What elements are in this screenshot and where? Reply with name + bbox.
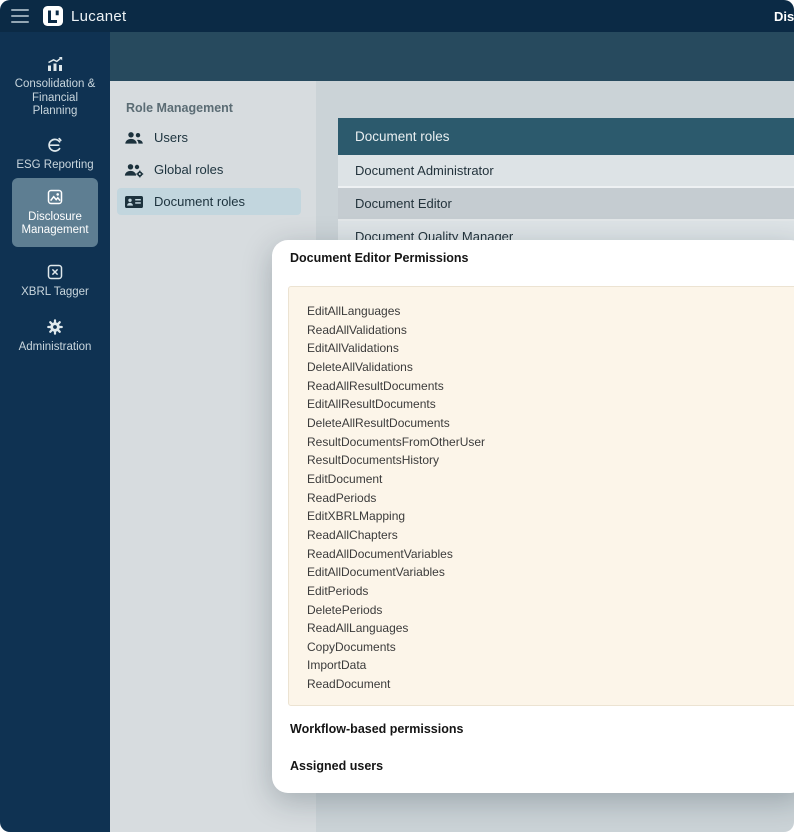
page-title-truncated: Dis — [774, 8, 794, 24]
role-panel-item-label: Document roles — [154, 194, 246, 209]
permission-item: CopyDocuments — [307, 639, 396, 654]
sidebar-item-disclosure-management[interactable]: Disclosure Management — [12, 178, 98, 247]
role-panel-item-users[interactable]: Users — [117, 124, 301, 151]
role-panel-item-document-roles[interactable]: Document roles — [117, 188, 301, 215]
permission-item: ReadPeriods — [307, 490, 377, 505]
tag-x-icon — [47, 264, 63, 280]
permission-item: DeleteAllResultDocuments — [307, 415, 450, 430]
esg-leaf-icon — [48, 137, 62, 152]
sidebar-item-label: ESG Reporting — [16, 159, 94, 171]
table-row-document-editor[interactable]: Document Editor — [338, 188, 794, 221]
permission-item: ReadAllChapters — [307, 527, 398, 542]
sidebar-item-label: Consolidation & Financial Planning — [14, 78, 96, 117]
permission-item: ReadDocument — [307, 677, 391, 692]
permission-item: EditXBRLMapping — [307, 509, 406, 524]
top-app-bar: Lucanet Dis — [0, 0, 794, 32]
sidebar-item-esg-reporting[interactable]: ESG Reporting — [12, 128, 98, 181]
dialog-title: Document Editor Permissions — [290, 251, 469, 265]
sidebar-item-label: Disclosure Management — [21, 210, 89, 237]
role-panel-item-label: Users — [154, 130, 188, 145]
id-card-icon — [125, 195, 143, 208]
document-roles-table: Document roles Document Administrator Do… — [338, 118, 794, 254]
app-name: Lucanet — [71, 7, 127, 25]
bar-chart-icon — [48, 57, 63, 71]
sidebar-item-administration[interactable]: Administration — [12, 310, 98, 363]
role-panel-title: Role Management — [126, 101, 233, 115]
sidebar-item-label: XBRL Tagger — [21, 286, 89, 298]
permission-item: ResultDocumentsFromOtherUser — [307, 434, 486, 449]
users-group-icon — [125, 131, 143, 144]
role-panel-item-label: Global roles — [154, 162, 224, 177]
section-heading-workflow-permissions: Workflow-based permissions — [290, 722, 464, 736]
lucanet-logo-icon — [43, 6, 63, 26]
document-image-icon — [47, 189, 63, 204]
users-gear-icon — [124, 163, 144, 177]
permission-item: ResultDocumentsHistory — [307, 453, 440, 468]
gear-icon — [47, 319, 63, 335]
sidebar-item-consolidation[interactable]: Consolidation & Financial Planning — [12, 47, 98, 127]
permission-item: ReadAllLanguages — [307, 621, 409, 636]
section-heading-assigned-users: Assigned users — [290, 759, 384, 773]
permission-item: EditAllDocumentVariables — [307, 565, 445, 580]
permission-item: ReadAllResultDocuments — [307, 378, 444, 393]
module-sidebar: Consolidation & Financial Planning ESG R… — [0, 32, 110, 832]
permission-item: EditAllResultDocuments — [307, 397, 436, 412]
sidebar-item-xbrl-tagger[interactable]: XBRL Tagger — [12, 255, 98, 308]
permission-item: EditAllLanguages — [307, 304, 401, 318]
permission-item: ReadAllValidations — [307, 322, 407, 337]
permission-item: DeleteAllValidations — [307, 359, 413, 374]
permission-item: EditPeriods — [307, 583, 369, 598]
permission-item: EditDocument — [307, 471, 383, 486]
role-panel-item-global-roles[interactable]: Global roles — [117, 156, 301, 183]
permissions-list-panel: EditAllLanguages ReadAllValidations Edit… — [288, 286, 794, 706]
permission-item: ImportData — [307, 658, 367, 673]
permission-item: DeletePeriods — [307, 602, 383, 617]
table-row-document-administrator[interactable]: Document Administrator — [338, 155, 794, 188]
sidebar-item-label: Administration — [18, 341, 92, 353]
table-header: Document roles — [338, 118, 794, 155]
app-window: Lucanet Dis Consolidation & Financial Pl… — [0, 0, 794, 832]
hamburger-menu-icon[interactable] — [11, 9, 29, 23]
permissions-list: EditAllLanguages ReadAllValidations Edit… — [289, 287, 794, 694]
permission-item: ReadAllDocumentVariables — [307, 546, 453, 561]
permissions-dialog: Document Editor Permissions EditAllLangu… — [272, 240, 794, 793]
module-header-band — [110, 32, 794, 81]
permission-item: EditAllValidations — [307, 341, 399, 356]
